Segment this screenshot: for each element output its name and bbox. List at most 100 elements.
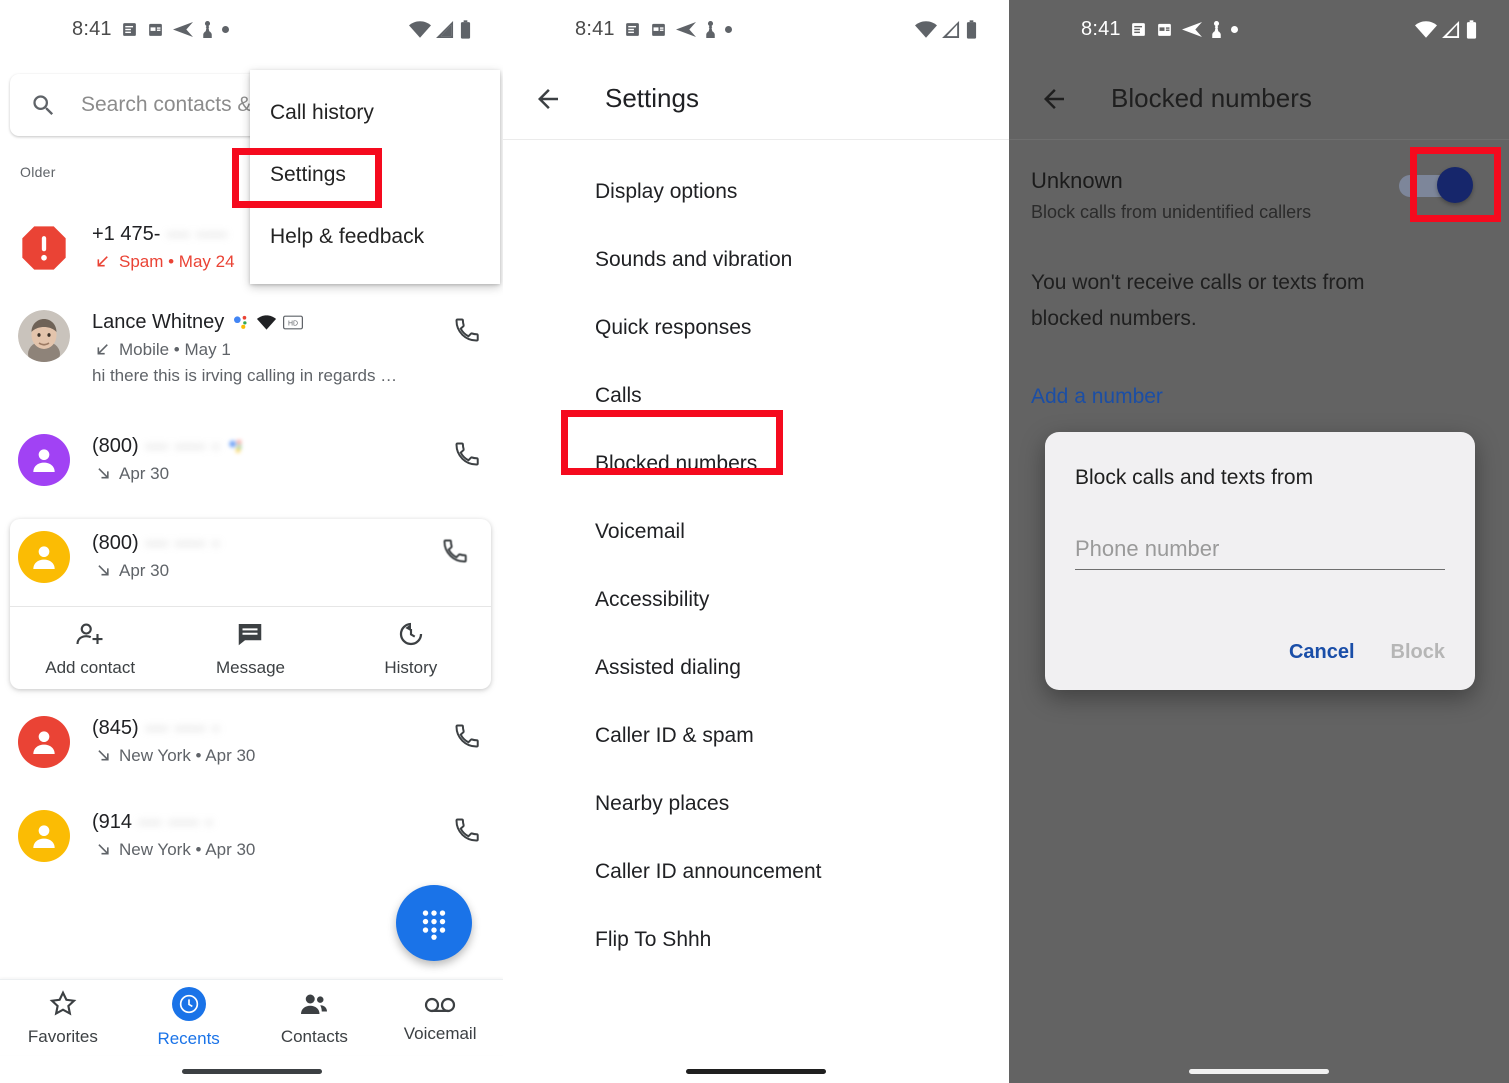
status-bar-time: 8:41	[1081, 17, 1121, 40]
person-icon	[202, 20, 212, 38]
dot-icon	[724, 25, 732, 33]
blurred-number: --- ---- -	[139, 811, 214, 833]
settings-item-display-options[interactable]: Display options	[503, 158, 1009, 226]
contact-photo	[18, 310, 70, 362]
add-contact-button[interactable]: Add contact	[10, 607, 170, 689]
status-bar: 8:41	[1009, 0, 1509, 58]
status-bar: 8:41	[503, 0, 1009, 58]
dialpad-fab[interactable]	[396, 885, 472, 961]
call-button[interactable]	[447, 434, 487, 468]
message-button[interactable]: Message	[170, 607, 330, 689]
settings-item-voicemail[interactable]: Voicemail	[503, 498, 1009, 566]
wifi-icon	[915, 20, 937, 38]
list-notification-icon	[122, 22, 136, 36]
settings-item-calls[interactable]: Calls	[503, 362, 1009, 430]
block-number-dialog: Block calls and texts from Phone number …	[1045, 432, 1475, 690]
battery-icon	[966, 19, 977, 39]
call-row-914[interactable]: (914 --- ---- - New York • Apr 30	[0, 810, 503, 862]
toggle-knob	[1437, 167, 1473, 203]
phone-icon	[443, 539, 467, 563]
nav-item-contacts[interactable]: Contacts	[252, 989, 378, 1047]
block-button[interactable]: Block	[1391, 641, 1445, 664]
blocked-description: You won't receive calls or texts from bl…	[1031, 271, 1365, 330]
status-bar-left: 8:41	[1081, 18, 1238, 41]
menu-item-call-history[interactable]: Call history	[250, 82, 500, 144]
person-avatar-yellow	[18, 531, 70, 583]
send-icon	[1181, 21, 1202, 37]
battery-icon	[460, 19, 471, 39]
list-notification-icon	[1131, 22, 1145, 36]
assistant-icon	[234, 315, 247, 329]
nav-item-recents[interactable]: Recents	[126, 986, 252, 1049]
settings-item-accessibility[interactable]: Accessibility	[503, 566, 1009, 634]
cancel-button[interactable]: Cancel	[1289, 641, 1355, 664]
settings-item-sounds-and-vibration[interactable]: Sounds and vibration	[503, 226, 1009, 294]
settings-item-nearby-places[interactable]: Nearby places	[503, 770, 1009, 838]
cellular-signal-icon	[436, 20, 454, 38]
message-icon	[239, 623, 262, 645]
gesture-bar	[181, 1069, 322, 1074]
settings-item-assisted-dialing[interactable]: Assisted dialing	[503, 634, 1009, 702]
menu-item-settings[interactable]: Settings	[250, 144, 500, 206]
nav-label-favorites: Favorites	[27, 1026, 98, 1046]
status-bar-right	[1415, 19, 1477, 39]
back-arrow-icon	[538, 88, 558, 109]
call-button[interactable]	[435, 531, 475, 565]
settings-item-quick-responses[interactable]: Quick responses	[503, 294, 1009, 362]
back-button[interactable]	[533, 84, 577, 114]
expanded-call-card[interactable]: (800) --- ---- - Apr 30 Add contact Mess…	[10, 519, 491, 689]
call-row-subtitle: Apr 30	[92, 561, 435, 581]
call-row-845[interactable]: (845) --- ---- - New York • Apr 30	[0, 716, 503, 768]
call-row-800-purple[interactable]: (800) --- ---- - Apr 30	[0, 434, 503, 486]
gesture-bar	[1189, 1069, 1329, 1074]
call-row-body: (845) --- ---- - New York • Apr 30	[92, 716, 447, 766]
call-row-title: Lance Whitney HD	[92, 311, 447, 334]
field-underline	[1075, 569, 1445, 570]
call-row-body: (800) --- ---- - Apr 30	[92, 531, 435, 581]
unknown-callers-row[interactable]: Unknown Block calls from unidentified ca…	[1009, 140, 1509, 223]
menu-item-help-feedback[interactable]: Help & feedback	[250, 206, 500, 268]
call-row-lance-whitney[interactable]: Lance Whitney HD Mobile • May 1 hi there…	[0, 310, 503, 386]
phone-icon	[455, 724, 479, 748]
nav-item-voicemail[interactable]: Voicemail	[377, 992, 503, 1044]
settings-app-bar: Settings	[503, 58, 1009, 140]
call-button[interactable]	[447, 716, 487, 750]
settings-item-blocked-numbers[interactable]: Blocked numbers	[503, 430, 1009, 498]
call-row-800-yellow[interactable]: (800) --- ---- - Apr 30	[10, 531, 491, 583]
history-label: History	[384, 657, 438, 677]
call-button[interactable]	[447, 310, 487, 344]
history-icon	[399, 622, 422, 645]
phone-number-field[interactable]: Phone number	[1075, 536, 1445, 570]
settings-item-caller-id-and-spam[interactable]: Caller ID & spam	[503, 702, 1009, 770]
nav-item-favorites[interactable]: Favorites	[0, 989, 126, 1047]
blurred-number: --- ---- -	[145, 717, 221, 739]
call-row-body: (800) --- ---- - Apr 30	[92, 434, 447, 484]
dot-icon	[221, 25, 229, 33]
wifi-icon	[409, 20, 431, 38]
add-contact-icon	[76, 622, 103, 644]
call-row-title: (800) --- ---- -	[92, 435, 447, 458]
add-a-number-link[interactable]: Add a number	[1009, 385, 1509, 409]
dot-icon	[1230, 25, 1238, 33]
blurred-number: --- ---- -	[145, 435, 221, 457]
unknown-callers-toggle[interactable]	[1399, 167, 1473, 203]
phone-icon	[455, 818, 479, 842]
status-bar-right	[409, 19, 471, 39]
history-button[interactable]: History	[331, 607, 491, 689]
calendar-icon	[1157, 23, 1171, 36]
screenshot-stage: 8:41 Search contacts & Older +1 475- ---…	[0, 0, 1509, 1083]
phone-number-placeholder[interactable]: Phone number	[1075, 536, 1445, 562]
settings-item-flip-to-shhh[interactable]: Flip To Shhh	[503, 906, 1009, 974]
person-avatar-purple	[18, 434, 70, 486]
call-button[interactable]	[447, 810, 487, 844]
settings-item-caller-id-announcement[interactable]: Caller ID announcement	[503, 838, 1009, 906]
wifi-calling-icon	[257, 315, 277, 330]
blurred-number: --- ---- -	[145, 532, 221, 554]
back-button[interactable]	[1039, 84, 1083, 114]
panel-recents: 8:41 Search contacts & Older +1 475- ---…	[0, 0, 503, 1083]
page-title: Settings	[605, 83, 699, 113]
phone-icon	[455, 442, 479, 466]
call-row-subtitle: New York • Apr 30	[92, 746, 447, 766]
search-input-placeholder[interactable]: Search contacts &	[81, 93, 251, 117]
nav-label-recents: Recents	[157, 1028, 220, 1048]
